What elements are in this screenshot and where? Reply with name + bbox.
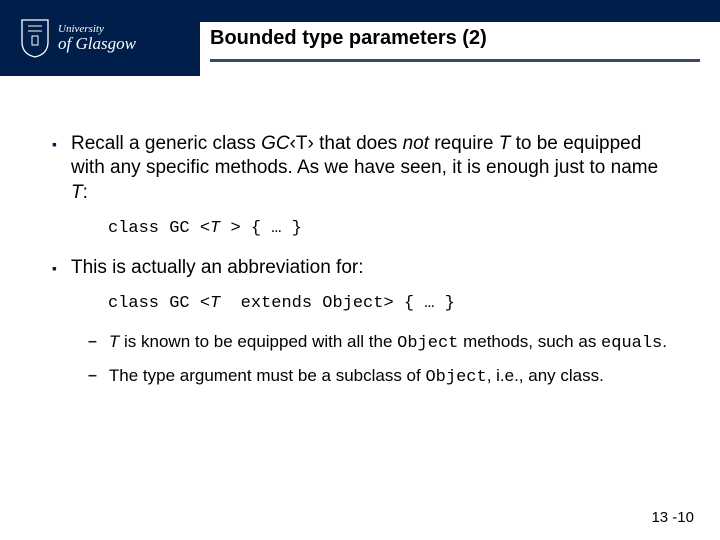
sub-bullet-item: – The type argument must be a subclass o…: [88, 365, 668, 389]
t: equals: [601, 334, 662, 353]
code: T: [210, 219, 230, 238]
slide: University of Glasgow Bounded type param…: [0, 0, 720, 540]
t: ‹T›: [290, 133, 314, 154]
page-number: 13 -10: [651, 509, 694, 526]
t: The type argument must be a subclass of: [109, 366, 426, 385]
bullet-text: Recall a generic class GC‹T› that does n…: [71, 132, 668, 205]
slide-title: Bounded type parameters (2): [210, 24, 720, 76]
t: is known to be equipped with all the: [119, 332, 397, 351]
uni-of: of: [58, 34, 71, 53]
sub-bullet-text: T is known to be equipped with all the O…: [109, 331, 667, 355]
sub-bullet-item: – T is known to be equipped with all the…: [88, 331, 668, 355]
t: that does: [314, 133, 403, 154]
university-logo: University of Glasgow: [20, 18, 136, 58]
dash-marker: –: [88, 333, 97, 355]
code: class GC <: [108, 294, 210, 313]
code-line: class GC <T > { … }: [108, 219, 668, 238]
t: , i.e., any class.: [487, 366, 604, 385]
bullet-marker: ▪: [52, 260, 57, 280]
bullet-marker: ▪: [52, 136, 57, 205]
t: :: [83, 182, 88, 203]
t: Object: [397, 334, 458, 353]
code: extends Object> { … }: [230, 294, 454, 313]
code: class GC <: [108, 219, 210, 238]
bullet-item: ▪ This is actually an abbreviation for:: [52, 256, 668, 280]
slide-header: University of Glasgow Bounded type param…: [0, 0, 720, 76]
t: T: [71, 182, 83, 203]
code-line: class GC <T extends Object> { … }: [108, 294, 668, 313]
t: Recall a generic class: [71, 133, 261, 154]
bullet-item: ▪ Recall a generic class GC‹T› that does…: [52, 132, 668, 205]
code: T: [210, 294, 230, 313]
sub-bullet-text: The type argument must be a subclass of …: [109, 365, 604, 389]
t: require: [429, 133, 499, 154]
t: T: [499, 133, 511, 154]
bullet-text: This is actually an abbreviation for:: [71, 256, 364, 280]
t: .: [662, 332, 667, 351]
t: not: [403, 133, 429, 154]
t: Object: [425, 368, 486, 387]
code: > { … }: [230, 219, 301, 238]
crest-icon: [20, 18, 50, 58]
t: T: [109, 332, 119, 351]
slide-body: ▪ Recall a generic class GC‹T› that does…: [0, 76, 720, 516]
university-text: University of Glasgow: [58, 23, 136, 54]
dash-marker: –: [88, 367, 97, 389]
uni-name: Glasgow: [75, 34, 135, 53]
t: GC: [261, 133, 290, 154]
t: methods, such as: [458, 332, 601, 351]
title-rule: [210, 59, 700, 62]
